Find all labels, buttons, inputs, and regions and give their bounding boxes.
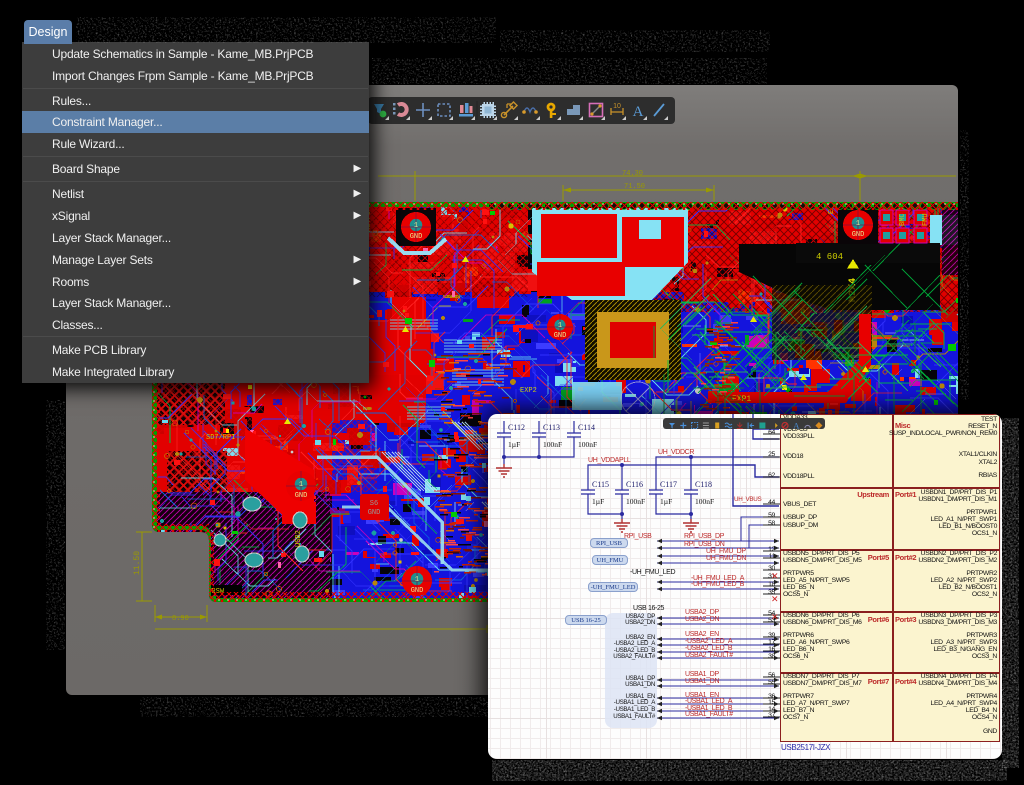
svg-text:1: 1 bbox=[856, 220, 860, 228]
svg-text:GND: GND bbox=[410, 233, 423, 241]
svg-text:GND: GND bbox=[295, 492, 308, 500]
svg-text:10: 10 bbox=[613, 103, 621, 110]
svg-text:GND: GND bbox=[368, 509, 381, 517]
svg-text:4 604: 4 604 bbox=[816, 252, 843, 262]
svg-text:1: 1 bbox=[414, 222, 418, 230]
svg-text:EXP2: EXP2 bbox=[520, 387, 537, 395]
svg-text:1: 1 bbox=[415, 576, 419, 584]
svg-text:USB2: USB2 bbox=[295, 530, 303, 547]
svg-text:GND: GND bbox=[852, 231, 865, 239]
svg-text:A: A bbox=[633, 104, 644, 120]
svg-text:S6: S6 bbox=[370, 500, 378, 508]
svg-text:SD7/RPI: SD7/RPI bbox=[206, 434, 235, 442]
svg-text:A: A bbox=[793, 421, 800, 431]
svg-text:1: 1 bbox=[299, 481, 303, 489]
svg-text:1: 1 bbox=[558, 322, 562, 330]
svg-text:GND: GND bbox=[554, 332, 567, 340]
